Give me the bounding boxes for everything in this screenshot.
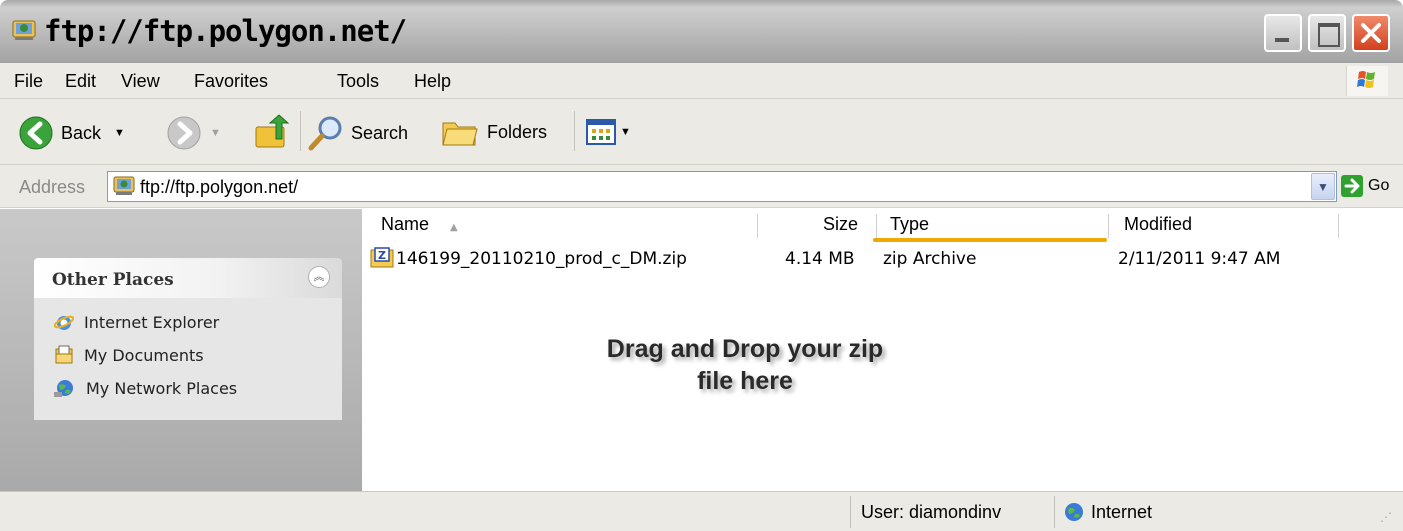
menu-help[interactable]: Help xyxy=(414,71,451,92)
title-bar[interactable]: ftp://ftp.polygon.net/ xyxy=(0,0,1403,63)
ftp-folder-icon xyxy=(12,18,38,42)
go-arrow-icon xyxy=(1341,175,1363,197)
file-name: 146199_20110210_prod_c_DM.zip xyxy=(396,249,687,269)
address-value: ftp://ftp.polygon.net/ xyxy=(140,177,299,197)
place-internet-explorer[interactable]: Internet Explorer xyxy=(54,312,219,332)
up-folder-icon xyxy=(255,114,290,148)
task-pane: Other Places ︽ Internet Explorer My Docu… xyxy=(0,209,362,491)
sort-ascending-icon: ▲ xyxy=(450,222,458,233)
hover-highlight xyxy=(873,238,1107,242)
folders-icon xyxy=(442,122,478,146)
close-icon xyxy=(1361,23,1381,43)
other-places-list: Internet Explorer My Documents My Networ… xyxy=(34,298,342,420)
place-label: My Documents xyxy=(84,345,204,365)
place-my-network-places[interactable]: My Network Places xyxy=(54,378,237,398)
svg-text:Z: Z xyxy=(378,249,386,262)
go-label: Go xyxy=(1368,177,1390,194)
ie-icon xyxy=(54,315,74,330)
address-bar: Address ftp://ftp.polygon.net/ ▼ Go xyxy=(0,165,1403,208)
resize-grip-icon[interactable]: ⋰ xyxy=(1380,510,1392,524)
status-zone: Internet xyxy=(1091,502,1153,522)
column-divider[interactable] xyxy=(757,214,758,238)
menu-file[interactable]: File xyxy=(14,71,43,92)
drop-instruction-line1: Drag and Drop your zip xyxy=(606,335,884,363)
file-type: zip Archive xyxy=(883,249,977,269)
file-size: 4.14 MB xyxy=(785,249,855,269)
status-divider xyxy=(850,496,851,528)
other-places-header[interactable]: Other Places ︽ xyxy=(34,258,342,298)
column-header-size[interactable]: Size xyxy=(823,214,858,235)
window-title: ftp://ftp.polygon.net/ xyxy=(44,14,407,48)
column-header-type[interactable]: Type xyxy=(890,214,929,235)
back-button[interactable]: Back ▼ xyxy=(18,115,125,151)
column-header-name[interactable]: Name xyxy=(381,214,429,235)
ftp-folder-icon xyxy=(113,175,137,202)
folders-label: Folders xyxy=(487,121,548,142)
internet-zone-icon xyxy=(1063,501,1085,528)
column-divider[interactable] xyxy=(1108,214,1109,238)
close-button[interactable] xyxy=(1352,14,1390,52)
maximize-button[interactable] xyxy=(1308,14,1346,52)
views-icon xyxy=(586,119,616,145)
place-my-documents[interactable]: My Documents xyxy=(54,345,204,365)
toolbar: Back ▼ ▼ Search Folders ▼ xyxy=(0,99,1403,165)
search-icon xyxy=(308,116,342,151)
address-dropdown-icon[interactable]: ▼ xyxy=(1311,173,1335,200)
toolbar-separator xyxy=(574,111,575,151)
menu-edit[interactable]: Edit xyxy=(65,71,96,92)
menu-tools[interactable]: Tools xyxy=(337,71,379,92)
folders-button[interactable]: Folders xyxy=(441,115,547,149)
place-label: My Network Places xyxy=(86,378,238,398)
toolbar-separator xyxy=(300,111,301,151)
menu-favorites[interactable]: Favorites xyxy=(194,71,268,92)
forward-arrow-icon xyxy=(167,116,201,150)
back-arrow-icon xyxy=(19,116,53,150)
back-label: Back xyxy=(61,122,102,143)
back-dropdown-icon[interactable]: ▼ xyxy=(114,127,125,139)
go-button[interactable]: Go xyxy=(1341,175,1389,197)
column-divider[interactable] xyxy=(1338,214,1339,238)
collapse-chevron-icon[interactable]: ︽ xyxy=(308,266,330,288)
views-button[interactable]: ▼ xyxy=(586,117,631,147)
drop-instruction: Drag and Drop your zip file here xyxy=(555,333,935,397)
zip-file-icon: Z xyxy=(370,247,394,274)
minimize-button[interactable] xyxy=(1264,14,1302,52)
column-divider[interactable] xyxy=(876,214,877,238)
menu-view[interactable]: View xyxy=(121,71,160,92)
file-modified: 2/11/2011 9:47 AM xyxy=(1118,249,1281,269)
address-input[interactable]: ftp://ftp.polygon.net/ ▼ xyxy=(107,171,1337,202)
status-user: User: diamondinv xyxy=(861,502,1002,522)
other-places-title: Other Places xyxy=(52,270,174,290)
address-label: Address xyxy=(19,177,86,197)
forward-dropdown-icon[interactable]: ▼ xyxy=(210,127,221,139)
views-dropdown-icon[interactable]: ▼ xyxy=(620,126,631,138)
search-button[interactable]: Search xyxy=(307,114,408,152)
forward-button[interactable]: ▼ xyxy=(166,115,221,151)
up-folder-button[interactable] xyxy=(254,113,290,151)
search-label: Search xyxy=(351,122,409,143)
menu-bar: File Edit View Favorites Tools Help xyxy=(0,63,1403,99)
column-header-modified[interactable]: Modified xyxy=(1124,214,1192,235)
drop-instruction-line2: file here xyxy=(697,367,793,395)
status-bar: User: diamondinv Internet ⋰ xyxy=(0,491,1403,531)
network-places-icon xyxy=(54,380,73,397)
my-documents-icon xyxy=(55,345,73,364)
status-divider xyxy=(1054,496,1055,528)
windows-logo-icon xyxy=(1346,66,1388,96)
place-label: Internet Explorer xyxy=(84,312,220,332)
